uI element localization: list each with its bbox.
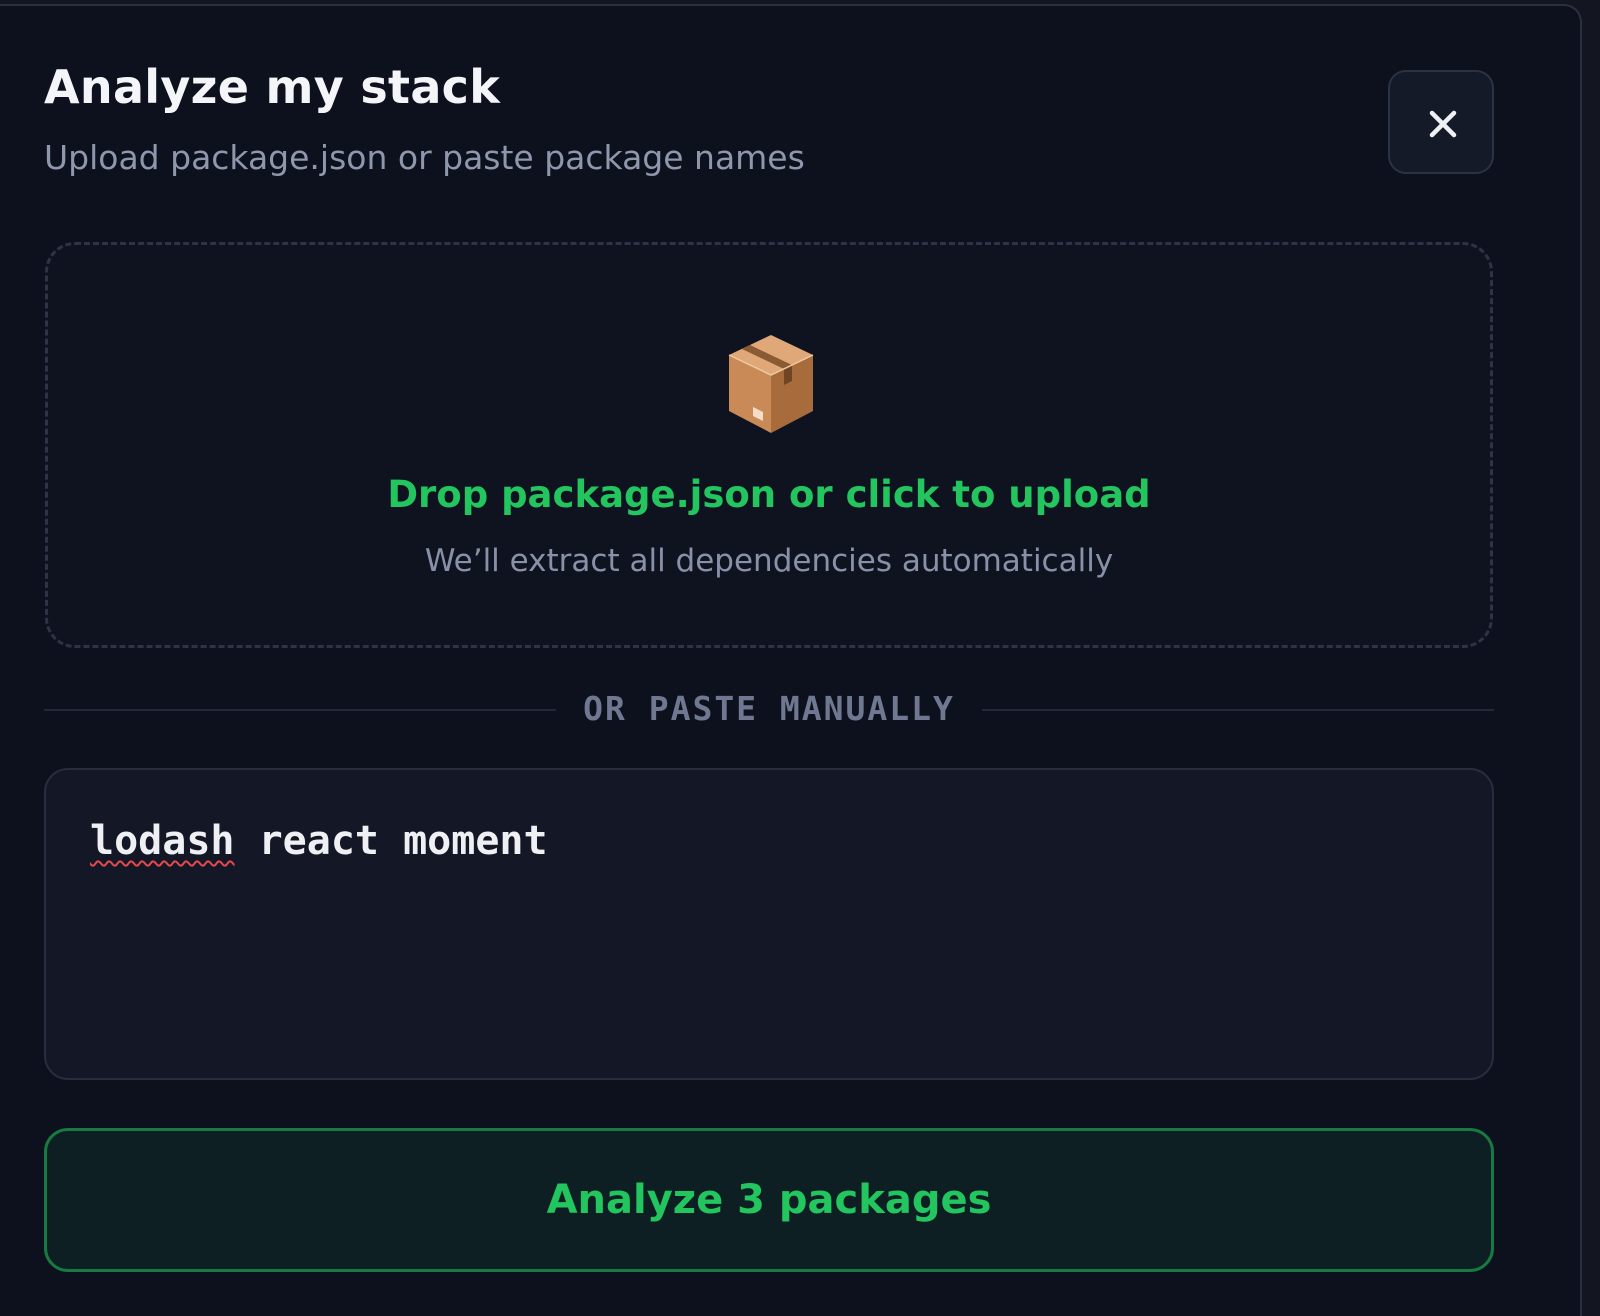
modal-subtitle: Upload package.json or paste package nam… [44, 138, 805, 177]
close-button[interactable] [1388, 70, 1494, 174]
analyze-stack-modal: Analyze my stack Upload package.json or … [0, 4, 1582, 1316]
package-json-dropzone[interactable]: Drop package.json or click to upload We’… [45, 242, 1493, 648]
spellcheck-flagged-word: lodash [90, 818, 235, 864]
dropzone-title: Drop package.json or click to upload [387, 473, 1151, 516]
divider-line-right [982, 709, 1494, 711]
analyze-button-label: Analyze 3 packages [546, 1177, 992, 1223]
modal-title: Analyze my stack [44, 60, 501, 114]
package-names-textarea[interactable]: lodash react moment [44, 768, 1494, 1080]
textarea-value-rest: react moment [234, 818, 548, 864]
dropzone-hint: We’ll extract all dependencies automatic… [424, 543, 1114, 579]
divider-label: OR PASTE MANUALLY [583, 689, 955, 728]
close-icon [1429, 110, 1457, 138]
divider-line-left [44, 709, 556, 711]
textarea-value: lodash react moment [90, 818, 548, 864]
package-box-icon [728, 335, 814, 433]
analyze-packages-button[interactable]: Analyze 3 packages [44, 1128, 1494, 1272]
